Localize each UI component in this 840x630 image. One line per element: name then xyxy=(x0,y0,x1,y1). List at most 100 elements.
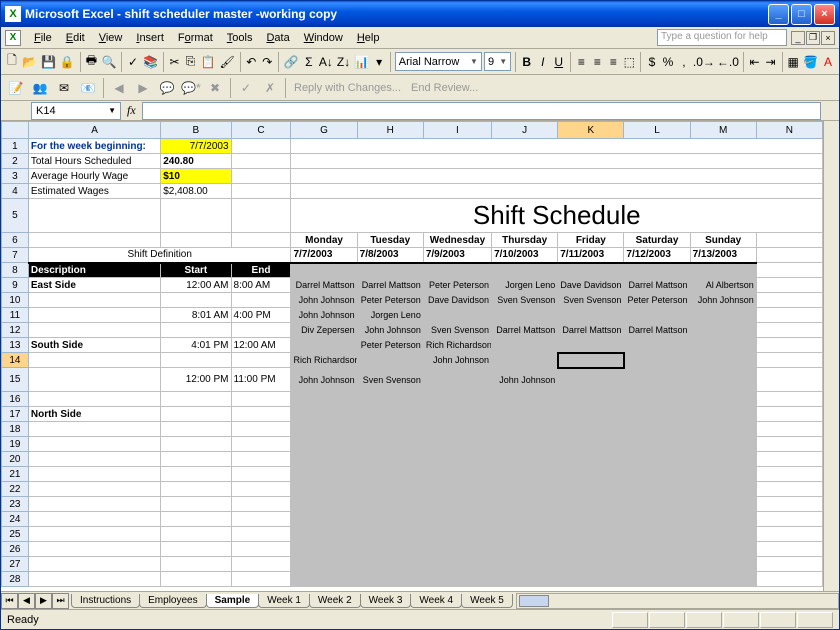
cell[interactable] xyxy=(558,467,624,482)
row-header[interactable]: 2 xyxy=(2,154,29,169)
cell[interactable] xyxy=(690,308,756,323)
cell[interactable] xyxy=(624,368,690,392)
cell[interactable] xyxy=(423,263,491,278)
sheet-tab[interactable]: Week 4 xyxy=(410,594,462,608)
cell[interactable] xyxy=(28,527,160,542)
cell[interactable] xyxy=(624,512,690,527)
cell[interactable] xyxy=(357,572,423,587)
cell[interactable] xyxy=(756,512,822,527)
cell[interactable]: Description xyxy=(28,263,160,278)
minimize-button[interactable]: _ xyxy=(768,4,789,25)
horizontal-scrollbar[interactable] xyxy=(516,593,839,609)
menu-edit[interactable]: Edit xyxy=(59,30,92,46)
row-header[interactable]: 12 xyxy=(2,323,29,338)
font-size-select[interactable]: 9▼ xyxy=(484,52,511,71)
cell[interactable] xyxy=(231,154,291,169)
cell[interactable]: Div Zepersen xyxy=(291,323,357,338)
open-button[interactable]: 📂 xyxy=(21,51,38,73)
decrease-indent-button[interactable]: ⇤ xyxy=(748,51,762,73)
cell[interactable]: Dave Davidson xyxy=(558,278,624,293)
vertical-scrollbar[interactable] xyxy=(823,121,839,591)
sheet-tab[interactable]: Sample xyxy=(206,594,260,608)
sheet-tab[interactable]: Employees xyxy=(139,594,206,608)
cell[interactable] xyxy=(291,437,357,452)
cell[interactable]: East Side xyxy=(28,278,160,293)
cell[interactable] xyxy=(558,557,624,572)
cell[interactable]: $2,408.00 xyxy=(161,184,231,199)
cell[interactable] xyxy=(690,497,756,512)
cell[interactable] xyxy=(28,323,160,338)
cell[interactable]: 4:00 PM xyxy=(231,308,291,323)
tab-first-button[interactable]: ⏮ xyxy=(1,593,18,609)
cell[interactable]: Darrel Mattson xyxy=(558,323,624,338)
cell[interactable] xyxy=(423,452,491,467)
cell[interactable] xyxy=(492,452,558,467)
cell[interactable] xyxy=(756,308,822,323)
cell[interactable] xyxy=(291,422,357,437)
font-color-button[interactable]: A xyxy=(821,51,835,73)
cell[interactable] xyxy=(161,467,231,482)
cell[interactable] xyxy=(690,323,756,338)
cell[interactable] xyxy=(357,557,423,572)
align-left-button[interactable]: ≡ xyxy=(574,51,588,73)
cell[interactable] xyxy=(624,542,690,557)
end-review-button[interactable]: End Review... xyxy=(407,80,482,96)
cell[interactable] xyxy=(423,482,491,497)
cell[interactable]: 7/11/2003 xyxy=(558,248,624,263)
merge-button[interactable]: ⬚ xyxy=(622,51,636,73)
cell[interactable]: Al Albertson xyxy=(690,278,756,293)
cell[interactable]: Darrel Mattson xyxy=(624,323,690,338)
cell[interactable] xyxy=(492,512,558,527)
redo-button[interactable]: ↷ xyxy=(260,51,274,73)
cell[interactable] xyxy=(28,437,160,452)
row-header[interactable]: 10 xyxy=(2,293,29,308)
cell[interactable] xyxy=(690,353,756,368)
row-header[interactable]: 6 xyxy=(2,233,29,248)
cell[interactable] xyxy=(423,437,491,452)
cell[interactable] xyxy=(161,497,231,512)
decrease-decimal-button[interactable]: ←.0 xyxy=(717,51,739,73)
cell[interactable]: Peter Peterson xyxy=(423,278,491,293)
cell[interactable] xyxy=(291,139,823,154)
col-header-b[interactable]: B xyxy=(161,122,231,139)
row-header[interactable]: 11 xyxy=(2,308,29,323)
row-header[interactable]: 13 xyxy=(2,338,29,353)
fill-color-button[interactable]: 🪣 xyxy=(802,51,819,73)
cell[interactable] xyxy=(492,542,558,557)
name-box[interactable]: K14▼ xyxy=(31,102,121,120)
doc-restore-button[interactable]: ❐ xyxy=(806,31,820,45)
cell[interactable] xyxy=(756,557,822,572)
cell[interactable] xyxy=(231,527,291,542)
cell[interactable]: Peter Peterson xyxy=(624,293,690,308)
cell[interactable] xyxy=(231,184,291,199)
cell[interactable] xyxy=(231,497,291,512)
cell[interactable]: Total Hours Scheduled xyxy=(28,154,160,169)
cell[interactable]: Darrel Mattson xyxy=(357,278,423,293)
row-header[interactable]: 15 xyxy=(2,368,29,392)
cell[interactable] xyxy=(690,452,756,467)
cell[interactable] xyxy=(492,467,558,482)
increase-decimal-button[interactable]: .0→ xyxy=(693,51,715,73)
cell[interactable] xyxy=(624,437,690,452)
cell[interactable] xyxy=(231,482,291,497)
cell[interactable] xyxy=(624,572,690,587)
cell[interactable]: ▼ xyxy=(558,353,624,368)
cell[interactable]: John Johnson xyxy=(291,308,357,323)
col-header-l[interactable]: L xyxy=(624,122,690,139)
col-header-c[interactable]: C xyxy=(231,122,291,139)
cell[interactable] xyxy=(624,557,690,572)
row-header[interactable]: 25 xyxy=(2,527,29,542)
cell[interactable] xyxy=(231,407,291,422)
col-header-i[interactable]: I xyxy=(423,122,491,139)
cell[interactable] xyxy=(291,467,357,482)
cell[interactable] xyxy=(28,308,160,323)
cell[interactable]: Saturday xyxy=(624,233,690,248)
cell[interactable] xyxy=(492,338,558,353)
cell[interactable] xyxy=(28,572,160,587)
cell[interactable] xyxy=(624,407,690,422)
cell[interactable] xyxy=(624,452,690,467)
cell[interactable] xyxy=(161,452,231,467)
cell[interactable]: 12:00 AM xyxy=(161,278,231,293)
cell[interactable] xyxy=(756,527,822,542)
row-header[interactable]: 28 xyxy=(2,572,29,587)
